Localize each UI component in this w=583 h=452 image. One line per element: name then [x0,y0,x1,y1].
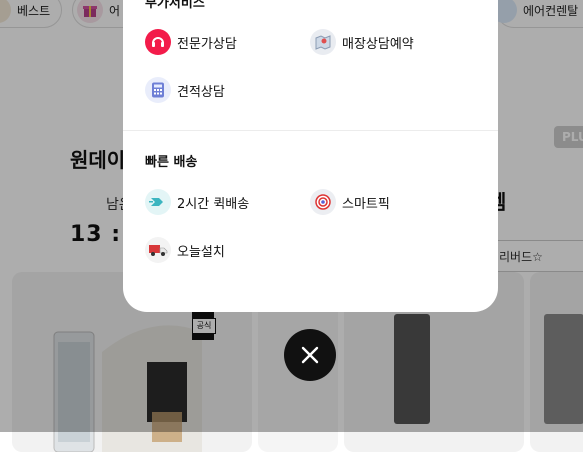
delivery-label: 스마트픽 [342,196,390,212]
service-store-reservation[interactable]: 매장상담예약 [310,28,414,56]
modal-section-title: 부가서비스 [145,0,205,11]
truck-icon [145,237,171,263]
service-label: 견적상담 [177,84,225,100]
target-icon [310,189,336,215]
delivery-today-install[interactable]: 오늘설치 [145,236,225,264]
service-label: 전문가상담 [177,36,237,52]
delivery-label: 오늘설치 [177,244,225,260]
close-button[interactable] [284,329,336,381]
quick-delivery-icon [145,189,171,215]
service-expert-consult[interactable]: 전문가상담 [145,28,237,56]
service-label: 매장상담예약 [342,36,414,52]
delivery-section-title: 빠른 배송 [145,155,198,170]
calculator-icon [145,77,171,103]
section-divider [123,130,498,131]
headset-icon [145,29,171,55]
delivery-label: 2시간 퀵배송 [177,196,250,212]
delivery-quick[interactable]: 2시간 퀵배송 [145,188,249,216]
service-menu-modal: 부가서비스 전문가상담 매장상담예약 견적상담 빠른 배송 2시간 퀵배송 스마… [123,0,498,312]
delivery-smartpick[interactable]: 스마트픽 [310,188,390,216]
service-estimate-consult[interactable]: 견적상담 [145,76,225,104]
close-icon [301,346,319,364]
store-map-icon [310,29,336,55]
